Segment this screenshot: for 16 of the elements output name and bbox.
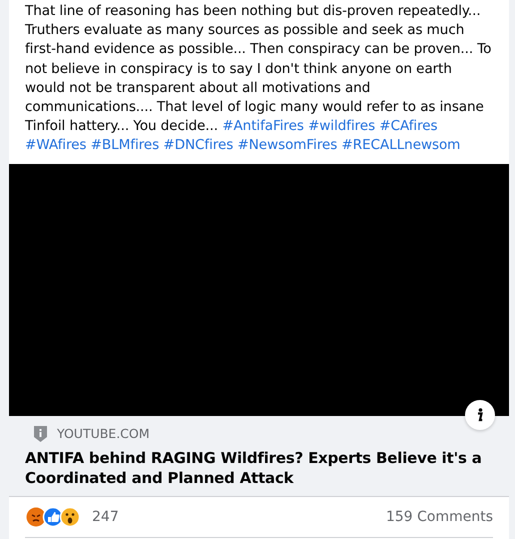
hashtag-link[interactable]: #BLMfires <box>90 137 160 154</box>
link-title: ANTIFA behind RAGING Wildfires? Experts Believe it's a Coordinated and Planned Attack <box>25 448 483 488</box>
link-preview[interactable]: YOUTUBE.COM ANTIFA behind RAGING Wildfires? Experts Believe it's a Coordinated and Planned Attack <box>9 416 509 497</box>
hashtag-link[interactable]: #CAfires <box>379 118 438 134</box>
hashtag-link[interactable]: #DNCfires <box>163 137 234 154</box>
hashtag-link[interactable]: #NewsomFires <box>237 137 338 154</box>
info-icon <box>477 408 483 422</box>
hashtag-link[interactable]: #WAfires <box>25 137 86 154</box>
hashtag-link[interactable]: #AntifaFires <box>222 118 304 134</box>
link-domain: YOUTUBE.COM <box>57 426 150 442</box>
comments-link[interactable]: 159 Comments <box>386 508 493 525</box>
hashtag-link[interactable]: #RECALLnewsom <box>342 137 460 154</box>
hashtag-link[interactable]: #wildfires <box>308 118 376 134</box>
post-text: That line of reasoning has been nothing but dis-proven repeatedly... Truthers evaluate as many sources as possible and seek as much first-hand evidence as possible... Then conspiracy can be proven... To not believe in conspiracy is to say I don't think anyone on earth would not be transparent about all motivations and communications.... That level of logic many would refer to as insane Tinfoil hattery... You decide... #AntifaFires #wildfires #CAfires #WAfires #BLMfires #DNCfires #NewsomFires #RECALLnewsom <box>24 2 492 156</box>
reaction-count[interactable]: 247 <box>92 508 119 525</box>
shield-icon <box>34 426 47 442</box>
